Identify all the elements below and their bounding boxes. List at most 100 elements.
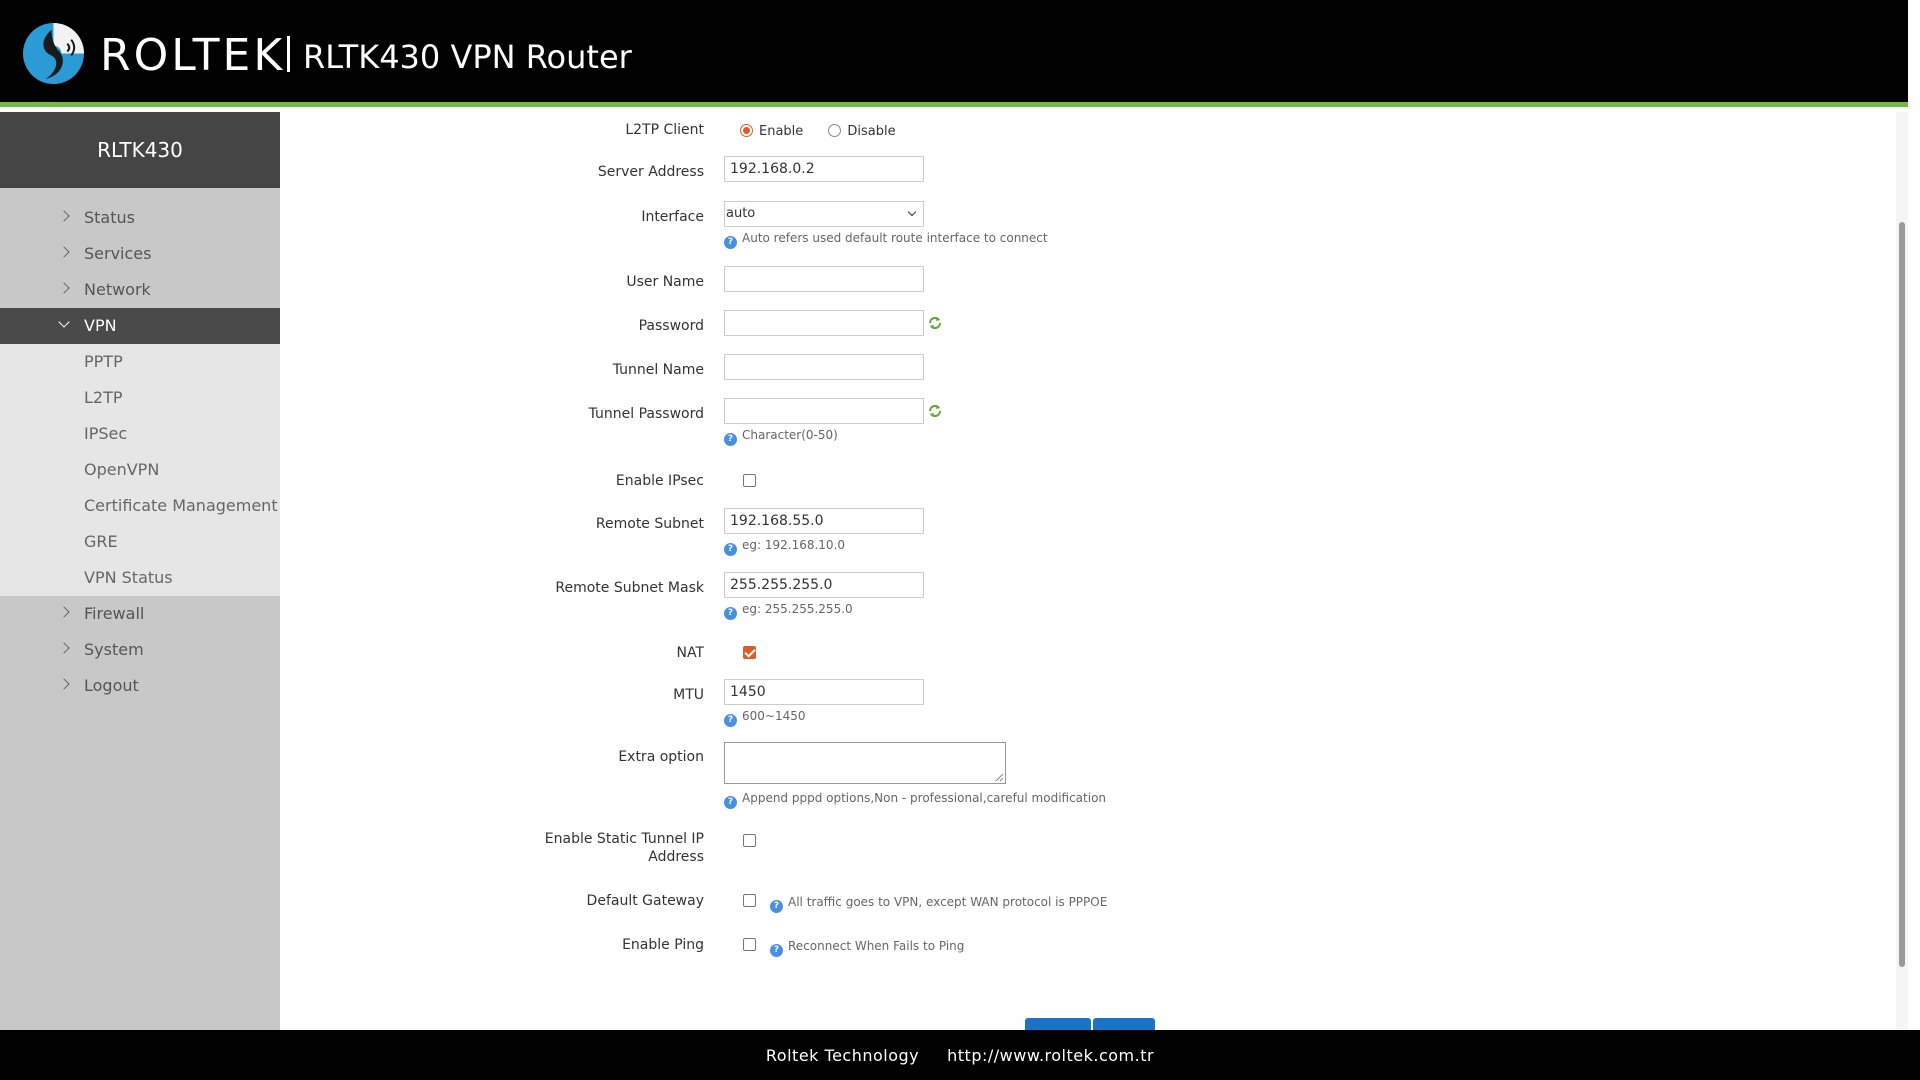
l2tp-form: L2TP Client Enable Disable Server Addres… [280, 112, 1896, 1030]
server-address-input[interactable] [724, 156, 924, 182]
sidebar-title: RLTK430 [0, 112, 280, 188]
l2tp-client-radios: Enable Disable [740, 120, 916, 139]
sidebar-item-label: Firewall [84, 604, 145, 623]
password-input[interactable] [724, 310, 924, 336]
remote-subnet-mask-hint: ? eg: 255.255.255.0 [724, 601, 853, 620]
tunnel-password-input[interactable] [724, 398, 924, 424]
extra-option-hint: ? Append pppd options,Non - professional,… [724, 790, 1106, 809]
help-icon: ? [770, 944, 783, 957]
disable-radio[interactable] [828, 124, 842, 137]
remote-subnet-hint-text: eg: 192.168.10.0 [742, 538, 846, 552]
help-icon: ? [724, 236, 737, 249]
mtu-label: MTU [673, 687, 704, 703]
sidebar-item-label: System [84, 640, 144, 659]
sidebar-item-label: Services [84, 244, 152, 263]
sidebar-item-label: VPN [84, 316, 117, 335]
server-address-label: Server Address [597, 164, 704, 180]
tunnel-password-label: Tunnel Password [588, 406, 704, 422]
sidebar-item-logout[interactable]: Logout [0, 668, 280, 704]
sidebar-item-label: Logout [84, 676, 139, 695]
mtu-hint: ? 600~1450 [724, 708, 806, 727]
default-gateway-control: ? All traffic goes to VPN, except WAN pro… [743, 892, 1107, 913]
static-tunnel-ip-label: Enable Static Tunnel IP Address [544, 831, 704, 865]
submenu-item-ipsec[interactable]: IPSec [0, 416, 280, 452]
enable-ping-checkbox[interactable] [743, 938, 756, 951]
extra-option-label: Extra option [618, 749, 704, 765]
apply-button[interactable] [1025, 1018, 1091, 1030]
row-nat: NAT [280, 642, 1896, 661]
remote-subnet-input[interactable] [724, 508, 924, 534]
default-gateway-label: Default Gateway [586, 893, 704, 909]
remote-subnet-hint: ? eg: 192.168.10.0 [724, 537, 845, 556]
refresh-icon[interactable] [928, 316, 942, 330]
sidebar: RLTK430 Status Services Network VPN PPTP… [0, 112, 280, 1030]
user-name-input[interactable] [724, 266, 924, 292]
sidebar-item-label: Status [84, 208, 135, 227]
chevron-down-icon [907, 207, 917, 217]
help-icon: ? [724, 433, 737, 446]
help-icon: ? [770, 900, 783, 913]
product-title: RLTK430 VPN Router [303, 38, 632, 76]
enable-ping-control: ? Reconnect When Fails to Ping [743, 936, 964, 957]
default-gateway-checkbox[interactable] [743, 894, 756, 907]
page-scrollbar[interactable] [1896, 112, 1908, 1030]
mtu-hint-text: 600~1450 [742, 709, 806, 723]
remote-subnet-mask-hint-text: eg: 255.255.255.0 [742, 602, 853, 616]
sidebar-item-network[interactable]: Network [0, 272, 280, 308]
submenu-item-pptp[interactable]: PPTP [0, 344, 280, 380]
sidebar-item-label: Network [84, 280, 151, 299]
default-gateway-hint: ? All traffic goes to VPN, except WAN pro… [770, 895, 1107, 913]
interface-select[interactable]: auto [724, 201, 924, 227]
enable-ipsec-checkbox[interactable] [743, 474, 756, 487]
interface-hint: ? Auto refers used default route interfac… [724, 230, 1048, 249]
chevron-right-icon [58, 596, 72, 632]
sidebar-item-vpn[interactable]: VPN [0, 308, 280, 344]
submenu-item-certificate-management[interactable]: Certificate Management [0, 488, 280, 524]
chevron-right-icon [58, 668, 72, 704]
scrollbar-thumb[interactable] [1899, 222, 1905, 967]
enable-radio[interactable] [740, 124, 753, 137]
remote-subnet-label: Remote Subnet [595, 516, 704, 532]
nat-checkbox[interactable] [743, 646, 756, 659]
submenu-item-gre[interactable]: GRE [0, 524, 280, 560]
submenu-item-vpn-status[interactable]: VPN Status [0, 560, 280, 596]
l2tp-client-label: L2TP Client [625, 122, 704, 138]
chevron-down-icon [58, 308, 72, 344]
enable-ping-hint-text: Reconnect When Fails to Ping [788, 939, 965, 953]
footer-url[interactable]: http://www.roltek.com.tr [947, 1046, 1154, 1065]
sidebar-item-services[interactable]: Services [0, 236, 280, 272]
brand-divider [287, 36, 290, 72]
sidebar-item-system[interactable]: System [0, 632, 280, 668]
sidebar-item-firewall[interactable]: Firewall [0, 596, 280, 632]
extra-option-hint-text: Append pppd options,Non - professional,c… [742, 791, 1107, 805]
enable-ping-hint: ? Reconnect When Fails to Ping [770, 939, 965, 957]
user-name-label: User Name [626, 274, 704, 290]
save-button[interactable] [1093, 1018, 1155, 1030]
resize-grip-icon[interactable] [994, 772, 1004, 782]
refresh-icon[interactable] [928, 404, 942, 418]
chevron-right-icon [58, 632, 72, 668]
brand-name: ROLTEK [100, 30, 286, 81]
sidebar-item-status[interactable]: Status [0, 200, 280, 236]
enable-radio-label: Enable [759, 124, 804, 139]
chevron-right-icon [58, 200, 72, 236]
interface-hint-text: Auto refers used default route interface… [742, 231, 1048, 245]
tunnel-password-hint-text: Character(0-50) [742, 428, 838, 442]
static-tunnel-ip-checkbox[interactable] [743, 834, 756, 847]
mtu-input[interactable] [724, 679, 924, 705]
enable-ipsec-label: Enable IPsec [615, 473, 704, 489]
vpn-submenu: PPTP L2TP IPSec OpenVPN Certificate Mana… [0, 344, 280, 596]
tunnel-name-input[interactable] [724, 354, 924, 380]
submenu-item-l2tp[interactable]: L2TP [0, 380, 280, 416]
disable-radio-label: Disable [847, 124, 896, 139]
password-label: Password [638, 318, 704, 334]
row-interface: Interface auto ? Auto refers used default… [280, 201, 1896, 249]
help-icon: ? [724, 714, 737, 727]
remote-subnet-mask-input[interactable] [724, 572, 924, 598]
extra-option-textarea[interactable] [724, 742, 1006, 784]
submenu-item-openvpn[interactable]: OpenVPN [0, 452, 280, 488]
tunnel-name-label: Tunnel Name [612, 362, 704, 378]
sidebar-menu: Status Services Network VPN PPTP L2TP IP… [0, 200, 280, 704]
interface-label: Interface [641, 209, 704, 225]
chevron-right-icon [58, 272, 72, 308]
